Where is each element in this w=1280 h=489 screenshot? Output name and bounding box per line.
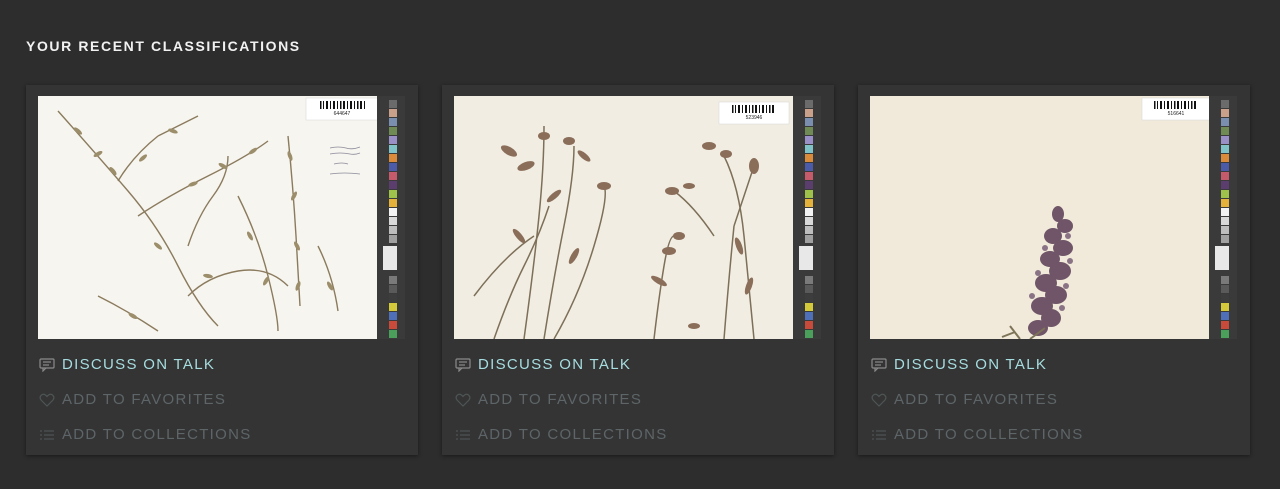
- collections-label: ADD TO COLLECTIONS: [894, 425, 1084, 443]
- discuss-on-talk-link[interactable]: DISCUSS ON TALK: [454, 347, 822, 382]
- speech-bubble-icon: [870, 357, 888, 373]
- favorites-label: ADD TO FAVORITES: [62, 390, 227, 408]
- add-to-collections-link[interactable]: ADD TO COLLECTIONS: [454, 417, 822, 452]
- list-icon: [38, 427, 56, 443]
- discuss-on-talk-link[interactable]: DISCUSS ON TALK: [870, 347, 1238, 382]
- card-actions: DISCUSS ON TALK ADD TO FAVORITES ADD TO …: [38, 347, 406, 452]
- barcode-number: 516641: [1168, 111, 1185, 117]
- specimen-thumbnail[interactable]: 516641: [870, 96, 1237, 339]
- specimen-image-3: 516641: [870, 96, 1237, 339]
- heart-icon: [38, 392, 56, 408]
- classification-card: 516641 DISCUSS ON TALK ADD TO FAVORITES …: [858, 85, 1250, 455]
- classification-card: 523946 DISCUSS ON TALK ADD TO FAVORITES …: [442, 85, 834, 455]
- add-to-favorites-link[interactable]: ADD TO FAVORITES: [870, 382, 1238, 417]
- add-to-collections-link[interactable]: ADD TO COLLECTIONS: [38, 417, 406, 452]
- collections-label: ADD TO COLLECTIONS: [478, 425, 668, 443]
- speech-bubble-icon: [38, 357, 56, 373]
- add-to-collections-link[interactable]: ADD TO COLLECTIONS: [870, 417, 1238, 452]
- card-actions: DISCUSS ON TALK ADD TO FAVORITES ADD TO …: [870, 347, 1238, 452]
- discuss-label: DISCUSS ON TALK: [478, 355, 632, 373]
- discuss-label: DISCUSS ON TALK: [894, 355, 1048, 373]
- add-to-favorites-link[interactable]: ADD TO FAVORITES: [38, 382, 406, 417]
- section-title: YOUR RECENT CLASSIFICATIONS: [26, 38, 301, 54]
- barcode-number: 644647: [334, 111, 351, 117]
- speech-bubble-icon: [454, 357, 472, 373]
- discuss-label: DISCUSS ON TALK: [62, 355, 216, 373]
- classification-cards: 644647 DISCUSS ON TALK ADD TO FAVORITES …: [26, 85, 1250, 455]
- classification-card: 644647 DISCUSS ON TALK ADD TO FAVORITES …: [26, 85, 418, 455]
- barcode-number: 523946: [746, 115, 763, 121]
- discuss-on-talk-link[interactable]: DISCUSS ON TALK: [38, 347, 406, 382]
- heart-icon: [870, 392, 888, 408]
- list-icon: [870, 427, 888, 443]
- collections-label: ADD TO COLLECTIONS: [62, 425, 252, 443]
- specimen-image-1: 644647: [38, 96, 405, 339]
- specimen-thumbnail[interactable]: 644647: [38, 96, 405, 339]
- specimen-thumbnail[interactable]: 523946: [454, 96, 821, 339]
- card-actions: DISCUSS ON TALK ADD TO FAVORITES ADD TO …: [454, 347, 822, 452]
- add-to-favorites-link[interactable]: ADD TO FAVORITES: [454, 382, 822, 417]
- recent-classifications-page: YOUR RECENT CLASSIFICATIONS 644647 DISCU…: [0, 0, 1280, 489]
- favorites-label: ADD TO FAVORITES: [478, 390, 643, 408]
- favorites-label: ADD TO FAVORITES: [894, 390, 1059, 408]
- heart-icon: [454, 392, 472, 408]
- specimen-image-2: 523946: [454, 96, 821, 339]
- list-icon: [454, 427, 472, 443]
